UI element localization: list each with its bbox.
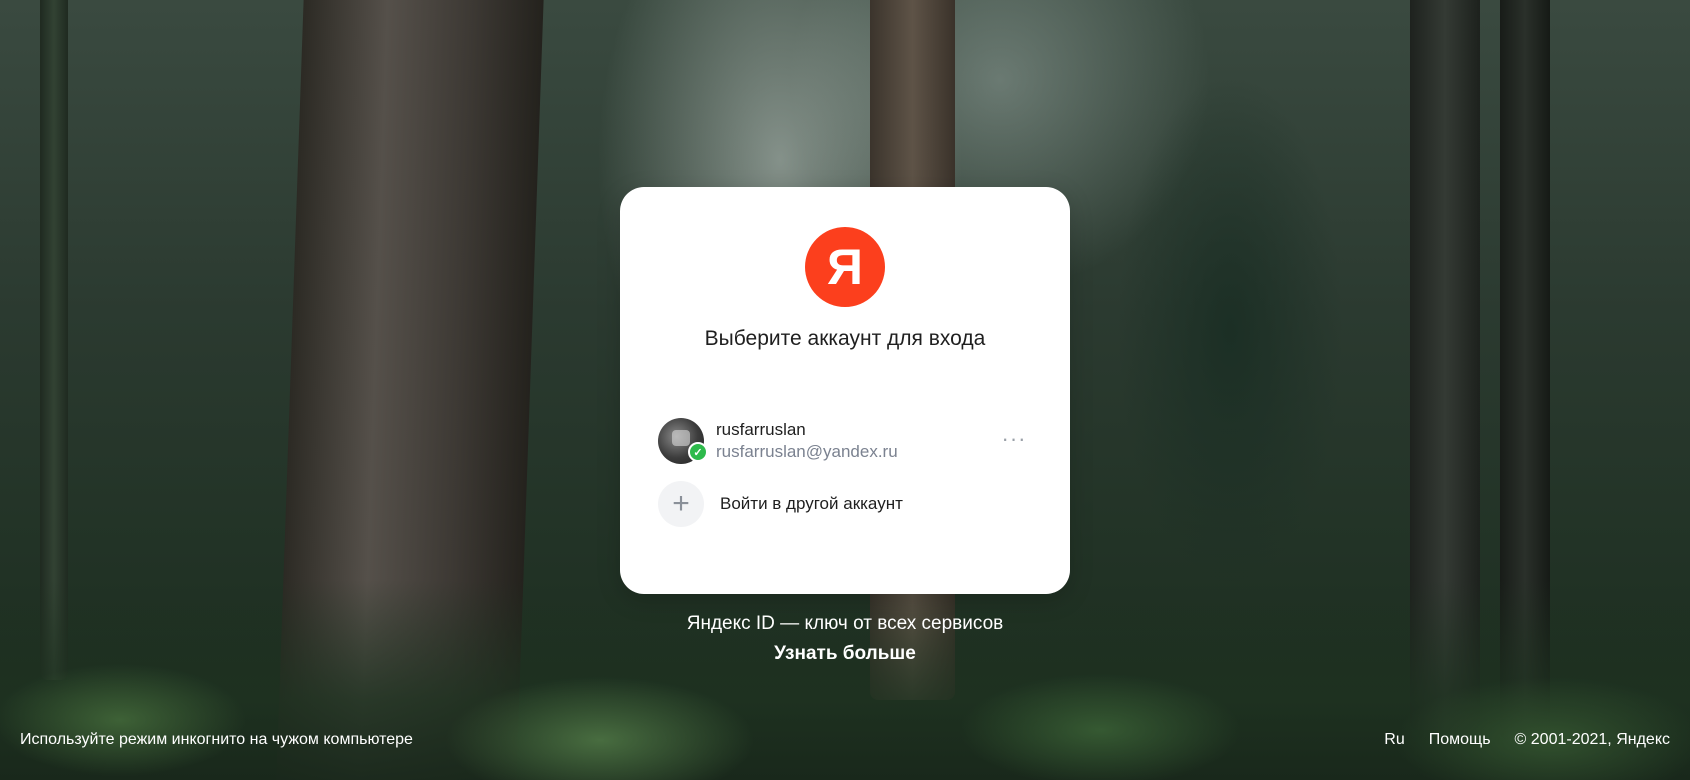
avatar: ✓ xyxy=(658,418,708,464)
add-account-button[interactable]: + Войти в другой аккаунт xyxy=(658,481,1032,529)
account-name: rusfarruslan xyxy=(716,420,806,439)
incognito-hint: Используйте режим инкогнито на чужом ком… xyxy=(20,731,413,748)
language-switcher[interactable]: Ru xyxy=(1384,731,1404,749)
yandex-logo: Я xyxy=(805,227,885,307)
login-page: Я Выберите аккаунт для входа ✓ rusfarrus… xyxy=(0,0,1690,780)
check-icon: ✓ xyxy=(688,442,708,462)
promo-tagline: Яндекс ID — ключ от всех сервисов xyxy=(686,613,1004,634)
copyright: © 2001-2021, Яндекс xyxy=(1514,731,1670,748)
plus-icon: + xyxy=(658,481,704,527)
account-chooser-card: Я Выберите аккаунт для входа ✓ rusfarrus… xyxy=(620,187,1070,594)
help-link[interactable]: Помощь xyxy=(1429,731,1491,749)
add-account-label: Войти в другой аккаунт xyxy=(720,494,903,513)
account-email: rusfarruslan@yandex.ru xyxy=(716,442,898,461)
footer-links: Ru Помощь © 2001-2021, Яндекс xyxy=(1384,731,1670,749)
avatar-image xyxy=(672,430,690,446)
learn-more-link[interactable]: Узнать больше xyxy=(620,643,1070,665)
background-tree-trunk xyxy=(40,0,68,680)
account-item[interactable]: ✓ rusfarruslan rusfarruslan@yandex.ru ··… xyxy=(658,418,1032,466)
background-foliage xyxy=(0,580,1690,780)
more-options-button[interactable]: ··· xyxy=(996,426,1032,452)
page-title: Выберите аккаунт для входа xyxy=(704,327,986,350)
